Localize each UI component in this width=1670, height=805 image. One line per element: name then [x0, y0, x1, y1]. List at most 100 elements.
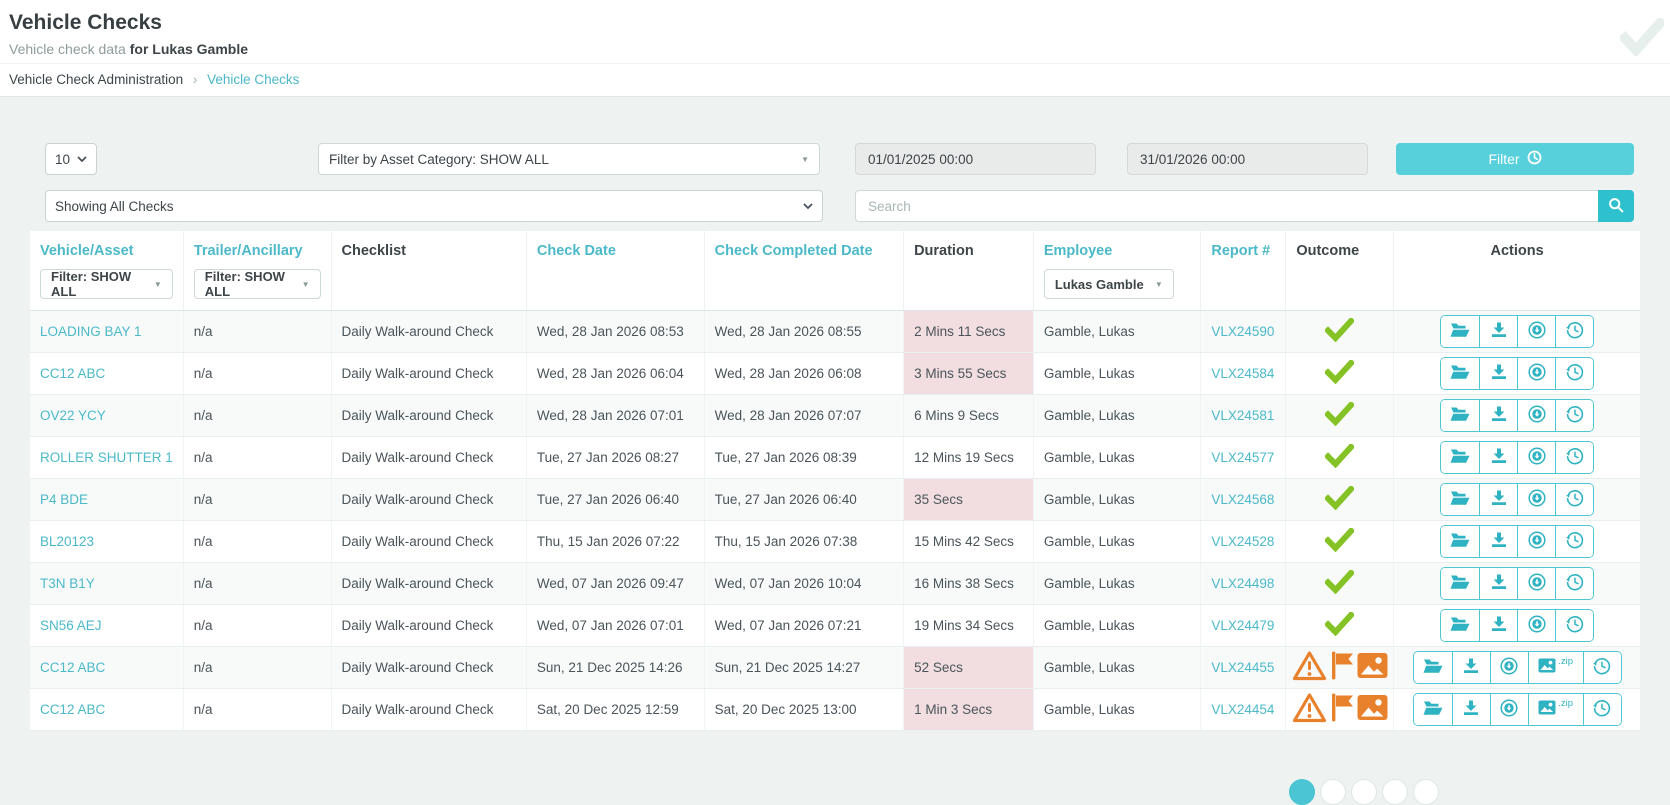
download-circle-button[interactable]	[1517, 483, 1556, 515]
history-button[interactable]	[1555, 567, 1594, 599]
employee-cell: Gamble, Lukas	[1033, 562, 1202, 605]
table-row: T3N B1Y n/a Daily Walk-around Check Wed, 07…	[30, 562, 1640, 605]
download-report-button[interactable]	[1451, 651, 1490, 683]
open-report-button[interactable]	[1413, 693, 1452, 725]
download-circle-button[interactable]	[1517, 315, 1556, 347]
employee-filter-select[interactable]: Lukas Gamble ▼	[1043, 269, 1174, 299]
date-from-input[interactable]	[855, 143, 1096, 175]
pagination-dot[interactable]	[1413, 779, 1439, 805]
download-report-button[interactable]	[1479, 567, 1518, 599]
history-button[interactable]	[1555, 483, 1594, 515]
open-report-button[interactable]	[1441, 567, 1480, 599]
download-report-button[interactable]	[1479, 609, 1518, 641]
download-circle-button[interactable]	[1517, 567, 1556, 599]
open-report-button[interactable]	[1441, 609, 1480, 641]
history-button[interactable]	[1555, 609, 1594, 641]
vehicle-asset-link[interactable]: CC12 ABC	[40, 660, 105, 675]
sort-check-completed-date[interactable]: Check Completed Date	[715, 243, 893, 259]
history-button[interactable]	[1582, 693, 1621, 725]
vehicle-asset-link[interactable]: T3N B1Y	[40, 576, 95, 591]
history-button[interactable]	[1555, 357, 1594, 389]
report-number-link[interactable]: VLX24577	[1211, 450, 1274, 465]
open-report-button[interactable]	[1441, 441, 1480, 473]
download-circle-button[interactable]	[1517, 441, 1556, 473]
report-number-link[interactable]: VLX24568	[1211, 492, 1274, 507]
download-report-button[interactable]	[1479, 441, 1518, 473]
open-report-button[interactable]	[1413, 651, 1452, 683]
vehicle-asset-link[interactable]: LOADING BAY 1	[40, 324, 142, 339]
download-report-button[interactable]	[1479, 357, 1518, 389]
date-to-input[interactable]	[1127, 143, 1368, 175]
filter-button[interactable]: Filter	[1396, 143, 1634, 175]
report-number-link[interactable]: VLX24455	[1211, 660, 1274, 675]
checks-scope-select[interactable]: Showing All Checks	[45, 190, 823, 222]
asset-category-select[interactable]: Filter by Asset Category: SHOW ALL ▼	[318, 143, 820, 175]
open-report-button[interactable]	[1441, 399, 1480, 431]
download-images-zip-button[interactable]: .zip	[1527, 693, 1583, 725]
report-number-link[interactable]: VLX24454	[1211, 702, 1274, 717]
download-report-button[interactable]	[1479, 315, 1518, 347]
download-report-button[interactable]	[1451, 693, 1490, 725]
vehicle-asset-link[interactable]: CC12 ABC	[40, 702, 105, 717]
breadcrumb-current-link[interactable]: Vehicle Checks	[207, 72, 299, 87]
report-number-link[interactable]: VLX24590	[1211, 324, 1274, 339]
vehicle-filter-select[interactable]: Filter: SHOW ALL ▼	[40, 269, 173, 299]
history-button[interactable]	[1555, 315, 1594, 347]
vehicle-asset-link[interactable]: CC12 ABC	[40, 366, 105, 381]
employee-cell: Gamble, Lukas	[1033, 604, 1202, 647]
open-report-button[interactable]	[1441, 357, 1480, 389]
check-completed-date-cell: Wed, 28 Jan 2026 06:08	[704, 352, 905, 395]
download-images-zip-button[interactable]: .zip	[1527, 651, 1583, 683]
page-size-select[interactable]: 10	[45, 143, 97, 175]
vehicle-asset-cell: CC12 ABC	[30, 688, 184, 731]
report-number-link[interactable]: VLX24584	[1211, 366, 1274, 381]
duration-cell: 12 Mins 19 Secs	[903, 436, 1034, 479]
dropdown-arrow-icon: ▼	[1154, 279, 1163, 289]
open-report-button[interactable]	[1441, 483, 1480, 515]
pagination-dot[interactable]	[1320, 779, 1346, 805]
report-number-link[interactable]: VLX24528	[1211, 534, 1274, 549]
pagination-dot[interactable]	[1289, 779, 1315, 805]
dropdown-arrow-icon: ▼	[153, 279, 162, 289]
pagination-dot[interactable]	[1382, 779, 1408, 805]
vehicle-asset-link[interactable]: SN56 AEJ	[40, 618, 102, 633]
download-circle-button[interactable]	[1517, 609, 1556, 641]
open-report-button[interactable]	[1441, 525, 1480, 557]
sort-check-date[interactable]: Check Date	[537, 243, 694, 259]
sort-report-number[interactable]: Report #	[1211, 243, 1275, 259]
download-circle-button[interactable]	[1489, 693, 1528, 725]
sort-trailer-ancillary[interactable]: Trailer/Ancillary	[194, 243, 321, 259]
vehicle-asset-link[interactable]: ROLLER SHUTTER 1	[40, 450, 173, 465]
outcome-cell	[1285, 604, 1395, 647]
search-input[interactable]	[855, 190, 1598, 222]
vehicle-asset-cell: SN56 AEJ	[30, 604, 184, 647]
actions-button-group: .zip	[1412, 692, 1622, 726]
pagination-dot[interactable]	[1351, 779, 1377, 805]
trailer-filter-select[interactable]: Filter: SHOW ALL ▼	[193, 269, 321, 299]
download-report-button[interactable]	[1479, 525, 1518, 557]
download-report-button[interactable]	[1479, 399, 1518, 431]
breadcrumb-parent-link[interactable]: Vehicle Check Administration	[9, 72, 183, 87]
report-number-link[interactable]: VLX24479	[1211, 618, 1274, 633]
download-circle-button[interactable]	[1517, 399, 1556, 431]
history-button[interactable]	[1555, 441, 1594, 473]
download-circle-button[interactable]	[1517, 525, 1556, 557]
history-button[interactable]	[1582, 651, 1621, 683]
history-button[interactable]	[1555, 525, 1594, 557]
search-button[interactable]	[1598, 190, 1634, 222]
sort-vehicle-asset[interactable]: Vehicle/Asset	[40, 243, 173, 259]
report-number-link[interactable]: VLX24581	[1211, 408, 1274, 423]
download-circle-button[interactable]	[1489, 651, 1528, 683]
report-number-link[interactable]: VLX24498	[1211, 576, 1274, 591]
download-icon	[1491, 616, 1507, 635]
download-circle-button[interactable]	[1517, 357, 1556, 389]
sort-employee[interactable]: Employee	[1044, 243, 1191, 259]
vehicle-asset-link[interactable]: BL20123	[40, 534, 94, 549]
checklist-cell: Daily Walk-around Check	[331, 646, 527, 689]
vehicle-asset-link[interactable]: P4 BDE	[40, 492, 88, 507]
history-button[interactable]	[1555, 399, 1594, 431]
download-report-button[interactable]	[1479, 483, 1518, 515]
report-number-cell: VLX24584	[1200, 352, 1287, 395]
vehicle-asset-link[interactable]: OV22 YCY	[40, 408, 106, 423]
open-report-button[interactable]	[1441, 315, 1480, 347]
